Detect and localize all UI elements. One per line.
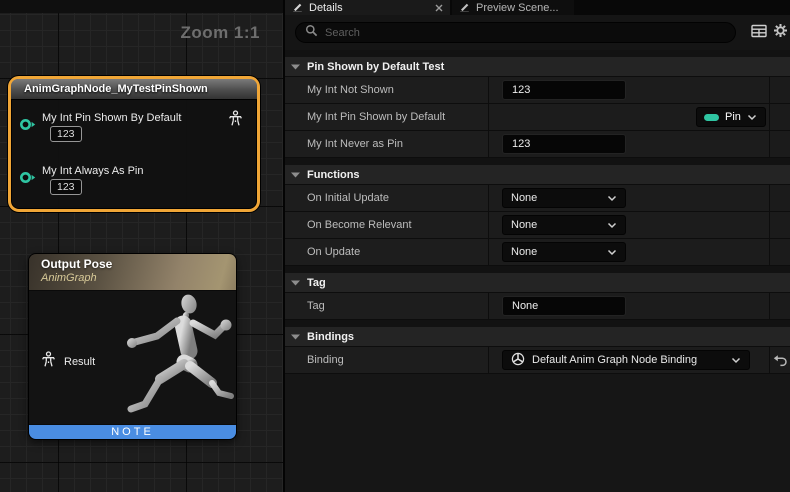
pose-output-pin-icon[interactable] (228, 110, 243, 132)
property-label: On Update (285, 239, 489, 265)
output-node-title: Output Pose (41, 257, 236, 271)
chevron-down-icon (291, 334, 300, 340)
anim-graph-test-node[interactable]: AnimGraphNode_MyTestPinShown My Int Pin … (8, 76, 260, 212)
category-tag[interactable]: Tag (285, 273, 790, 293)
on-update-dropdown[interactable]: None (502, 242, 626, 262)
tab-preview-scene[interactable]: Preview Scene... (452, 0, 574, 15)
property-row: My Int Not Shown (285, 77, 790, 104)
property-label: Binding (285, 347, 489, 373)
chevron-down-icon (291, 64, 300, 70)
chevron-down-icon (731, 357, 741, 364)
chevron-down-icon (291, 280, 300, 286)
pin-pill-icon (704, 114, 719, 121)
output-node-header[interactable]: Output Pose AnimGraph (29, 254, 236, 291)
int-pin-icon[interactable] (18, 117, 38, 137)
note-bar[interactable]: NOTE (29, 424, 236, 439)
property-label: My Int Never as Pin (285, 131, 489, 157)
tab-details-label: Details (309, 2, 429, 14)
search-box[interactable] (295, 22, 736, 43)
search-row (285, 15, 790, 50)
category-title: Functions (307, 169, 360, 181)
my-int-never-as-pin-input[interactable] (502, 134, 626, 154)
on-become-relevant-dropdown[interactable]: None (502, 215, 626, 235)
property-row: On Initial Update None (285, 185, 790, 212)
chevron-down-icon (747, 114, 757, 121)
gear-icon[interactable] (773, 23, 788, 38)
property-label: My Int Pin Shown by Default (285, 104, 489, 130)
category-title: Pin Shown by Default Test (307, 61, 444, 73)
property-grid: Pin Shown by Default Test My Int Not Sho… (285, 50, 790, 492)
property-row: On Update None (285, 239, 790, 266)
preview-tab-icon (459, 1, 470, 15)
details-tab-icon (292, 1, 303, 15)
property-label: On Become Relevant (285, 212, 489, 238)
details-panel: Details Preview Scene... (283, 0, 790, 492)
dropdown-value: None (511, 219, 537, 231)
category-bindings[interactable]: Bindings (285, 327, 790, 347)
chevron-down-icon (607, 222, 617, 229)
binding-value: Default Anim Graph Node Binding (532, 354, 724, 366)
tag-input[interactable] (502, 296, 626, 316)
zoom-indicator: Zoom 1:1 (180, 23, 260, 43)
result-pose-pin-icon[interactable] (41, 351, 56, 373)
property-label: On Initial Update (285, 185, 489, 211)
category-pin-shown-by-default-test[interactable]: Pin Shown by Default Test (285, 57, 790, 77)
int-pin-icon[interactable] (18, 170, 38, 190)
tab-bar: Details Preview Scene... (285, 0, 790, 15)
output-node-subtitle: AnimGraph (41, 272, 236, 284)
category-title: Tag (307, 277, 326, 289)
pin-label: My Int Pin Shown By Default (42, 112, 181, 124)
tab-preview-label: Preview Scene... (476, 2, 567, 14)
dropdown-value: None (511, 192, 537, 204)
binding-dropdown[interactable]: Default Anim Graph Node Binding (502, 350, 750, 370)
my-int-not-shown-input[interactable] (502, 80, 626, 100)
on-initial-update-dropdown[interactable]: None (502, 188, 626, 208)
chevron-down-icon (291, 172, 300, 178)
dropdown-value: None (511, 246, 537, 258)
chevron-down-icon (607, 249, 617, 256)
node-title[interactable]: AnimGraphNode_MyTestPinShown (11, 79, 257, 100)
category-functions[interactable]: Functions (285, 165, 790, 185)
pin-value-box[interactable]: 123 (50, 126, 82, 142)
mannequin-illustration (109, 290, 235, 427)
close-icon[interactable] (435, 4, 443, 12)
pin-mode-dropdown[interactable]: Pin (696, 107, 766, 127)
property-row: Binding Default Anim Graph Node Binding (285, 347, 790, 374)
output-pose-node[interactable]: Output Pose AnimGraph (28, 253, 237, 440)
search-input[interactable] (325, 27, 726, 39)
display-filter-icon[interactable] (751, 24, 767, 38)
search-icon (305, 24, 318, 42)
pin-mode-value: Pin (725, 111, 741, 123)
property-row: Tag (285, 293, 790, 320)
chevron-down-icon (607, 195, 617, 202)
pin-label: My Int Always As Pin (42, 165, 143, 177)
result-pin-label: Result (64, 356, 95, 368)
pin-value-box[interactable]: 123 (50, 179, 82, 195)
category-title: Bindings (307, 331, 354, 343)
property-row: On Become Relevant None (285, 212, 790, 239)
property-label: Tag (285, 293, 489, 319)
property-label: My Int Not Shown (285, 77, 489, 103)
property-row: My Int Never as Pin (285, 131, 790, 158)
reset-to-default-icon[interactable] (772, 354, 788, 367)
graph-editor-canvas[interactable]: Zoom 1:1 AnimGraphNode_MyTestPinShown My… (0, 0, 283, 492)
graph-top-edge (0, 0, 283, 13)
tab-details[interactable]: Details (285, 0, 450, 15)
property-row: My Int Pin Shown by Default Pin (285, 104, 790, 131)
binding-icon (511, 352, 525, 369)
